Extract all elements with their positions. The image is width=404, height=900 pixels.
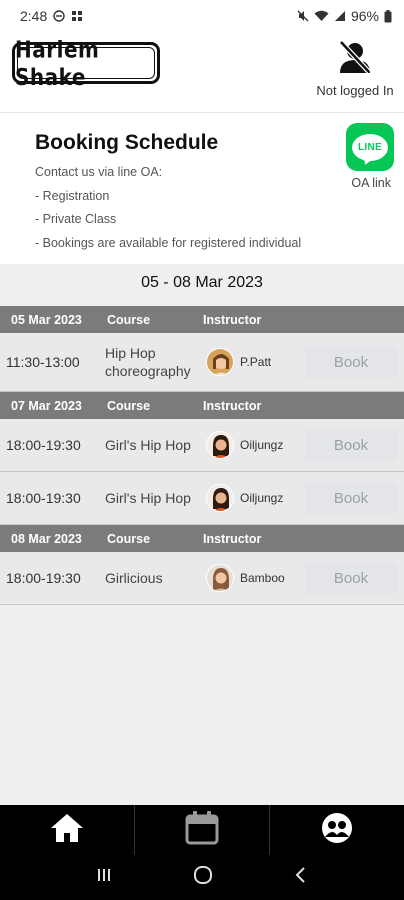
class-time: 18:00-19:30 xyxy=(6,570,81,586)
class-course: Girl's Hip Hop xyxy=(105,437,191,453)
battery-icon xyxy=(384,9,392,23)
class-time: 18:00-19:30 xyxy=(6,437,81,453)
class-row: 18:00-19:30 Girlicious Bamboo Book xyxy=(0,552,404,605)
instructor-header: Instructor xyxy=(203,399,262,413)
home-circle-icon[interactable] xyxy=(193,865,213,890)
class-time: 11:30-13:00 xyxy=(6,354,80,370)
class-course: Girlicious xyxy=(105,570,163,586)
home-icon xyxy=(49,812,85,849)
info-panel: Booking Schedule Contact us via line OA:… xyxy=(0,112,404,264)
class-course: Hip Hop choreography xyxy=(105,345,191,379)
bottom-nav xyxy=(0,805,404,855)
course-header: Course xyxy=(107,532,151,546)
app-grid-icon xyxy=(71,10,83,22)
info-line: Contact us via line OA: xyxy=(35,165,163,179)
instructor-avatar xyxy=(206,484,234,512)
day-header: 05 Mar 2023 Course Instructor xyxy=(0,306,404,333)
class-time: 18:00-19:30 xyxy=(6,490,81,506)
info-line: - Private Class xyxy=(35,212,117,226)
nav-calendar[interactable] xyxy=(135,805,270,855)
info-line: - Bookings are available for registered … xyxy=(35,236,302,250)
recent-apps-icon[interactable] xyxy=(95,866,113,889)
instructor-header: Instructor xyxy=(203,532,262,546)
page-title: Booking Schedule xyxy=(35,131,219,154)
book-button[interactable]: Book xyxy=(305,346,397,378)
book-button[interactable]: Book xyxy=(305,482,397,514)
user-status-label: Not logged In xyxy=(316,83,394,98)
instructor-avatar xyxy=(206,348,234,376)
day-date: 05 Mar 2023 xyxy=(11,313,82,327)
class-instructor: P.Patt xyxy=(240,355,272,369)
battery-percent: 96% xyxy=(350,8,379,24)
instructor-avatar xyxy=(206,431,234,459)
class-row: 18:00-19:30 Girl's Hip Hop Oiljungz Book xyxy=(0,419,404,472)
day-header: 07 Mar 2023 Course Instructor xyxy=(0,392,404,419)
oa-link[interactable]: OA link xyxy=(351,176,391,190)
line-badge-text: LINE xyxy=(358,141,382,153)
info-line: - Registration xyxy=(35,189,110,203)
mute-icon xyxy=(297,10,309,22)
logo-text: Harlem Shake xyxy=(15,35,100,91)
class-instructor: Oiljungz xyxy=(240,491,284,505)
do-not-disturb-icon xyxy=(53,10,65,22)
nav-home[interactable] xyxy=(0,805,135,855)
wifi-icon xyxy=(314,10,329,22)
class-row: 11:30-13:00 Hip Hop choreography P.Patt … xyxy=(0,333,404,392)
app-header: Harlem Shake Not logged In xyxy=(0,32,404,112)
book-button[interactable]: Book xyxy=(305,562,397,594)
class-instructor: Bamboo xyxy=(240,571,285,585)
schedule-table: 05 Mar 2023 Course Instructor 11:30-13:0… xyxy=(0,306,404,605)
day-date: 07 Mar 2023 xyxy=(11,399,82,413)
date-range: 05 - 08 Mar 2023 xyxy=(141,274,263,291)
course-header: Course xyxy=(107,399,151,413)
user-logged-out-icon xyxy=(336,40,374,79)
status-time: 2:48 xyxy=(20,8,48,24)
calendar-icon xyxy=(184,810,220,851)
nav-group[interactable] xyxy=(270,805,404,855)
instructor-avatar xyxy=(206,564,234,592)
signal-icon xyxy=(334,10,346,22)
system-nav-bar xyxy=(0,855,404,900)
line-oa-icon[interactable]: LINE xyxy=(346,123,394,171)
group-icon xyxy=(320,811,354,850)
book-button[interactable]: Book xyxy=(305,429,397,461)
day-header: 08 Mar 2023 Course Instructor xyxy=(0,525,404,552)
user-status[interactable]: Not logged In xyxy=(310,40,400,98)
brand-logo[interactable]: Harlem Shake xyxy=(12,35,160,91)
status-bar: 2:48 96% xyxy=(0,0,404,32)
instructor-header: Instructor xyxy=(203,313,262,327)
day-date: 08 Mar 2023 xyxy=(11,532,82,546)
class-row: 18:00-19:30 Girl's Hip Hop Oiljungz Book xyxy=(0,472,404,525)
class-course: Girl's Hip Hop xyxy=(105,490,191,506)
class-instructor: Oiljungz xyxy=(240,438,284,452)
course-header: Course xyxy=(107,313,151,327)
back-icon[interactable] xyxy=(293,866,309,889)
